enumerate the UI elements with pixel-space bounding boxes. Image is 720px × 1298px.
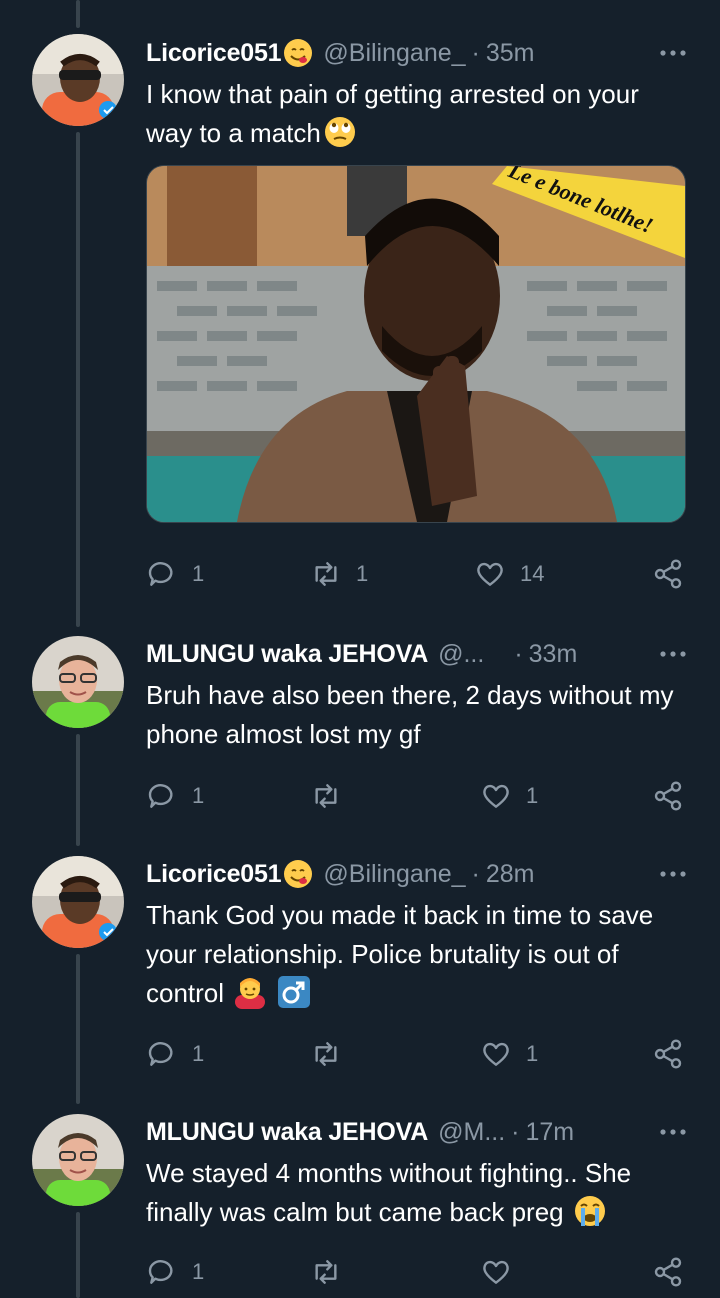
more-options-icon[interactable] (658, 642, 688, 666)
crying-face-emoji-icon (573, 1194, 607, 1228)
share-icon (654, 781, 682, 811)
reply-icon (148, 1260, 173, 1284)
heart-icon (483, 1042, 509, 1066)
tweet-actions: 1 1 (146, 776, 692, 816)
like-button[interactable]: 1 (480, 776, 538, 816)
yum-face-emoji-icon (283, 859, 313, 889)
author-name[interactable]: MLUNGU waka JEHOVA (146, 640, 428, 669)
retweet-icon (315, 1260, 337, 1284)
author-handle[interactable]: @Bilingane_ (323, 39, 465, 68)
more-options-icon[interactable] (658, 862, 688, 886)
more-options-icon[interactable] (658, 1120, 688, 1144)
tweet-text: We stayed 4 months without fighting.. Sh… (146, 1158, 632, 1228)
tweet-text: Thank God you made it back in time to sa… (146, 900, 654, 1009)
avatar[interactable] (32, 636, 124, 728)
like-button[interactable]: 14 (474, 554, 544, 594)
timestamp[interactable]: 33m (529, 640, 578, 669)
avatar[interactable] (32, 1114, 124, 1206)
like-count: 14 (520, 561, 545, 586)
retweet-button[interactable] (310, 776, 356, 816)
tweet[interactable]: MLUNGU waka JEHOVA @M... · 17m We stayed… (0, 1100, 720, 1298)
more-options-icon[interactable] (658, 41, 688, 65)
author-handle[interactable]: @Bilingane_ (323, 860, 465, 889)
retweet-count: 1 (356, 561, 369, 586)
avatar[interactable] (32, 856, 124, 948)
retweet-icon (315, 784, 337, 808)
male-sign-emoji-icon (277, 975, 311, 1009)
author-name[interactable]: Licorice051 (146, 39, 282, 68)
heart-icon (483, 1260, 509, 1284)
reply-button[interactable]: 1 (146, 1252, 204, 1292)
reply-count: 1 (192, 561, 205, 586)
rolling-eyes-emoji-icon (323, 115, 357, 149)
reply-count: 1 (192, 783, 205, 808)
separator-dot: · (471, 38, 480, 67)
retweet-button[interactable] (310, 1034, 356, 1074)
author-name[interactable]: MLUNGU waka JEHOVA (146, 1118, 428, 1147)
share-icon (654, 1039, 682, 1069)
retweet-icon (315, 562, 337, 586)
share-icon (654, 1257, 682, 1287)
separator-dot: · (514, 639, 523, 668)
share-button[interactable] (652, 554, 684, 594)
timestamp[interactable]: 35m (486, 39, 535, 68)
reply-button[interactable]: 1 (146, 1034, 204, 1074)
tweet-text: Bruh have also been there, 2 days withou… (146, 680, 674, 749)
share-button[interactable] (652, 1034, 684, 1074)
reply-icon (148, 562, 173, 586)
reply-button[interactable]: 1 (146, 554, 204, 594)
retweet-button[interactable]: 1 (310, 554, 368, 594)
tweet-text: I know that pain of getting arrested on … (146, 79, 639, 149)
reply-icon (148, 784, 173, 808)
tweet[interactable]: Licorice051 @Bilingane_ · 28m Thank God … (0, 840, 720, 1100)
author-handle[interactable]: @M... (438, 1118, 505, 1147)
tweet-actions: 1 1 (146, 1034, 692, 1074)
tweet-actions: 1 1 14 (146, 554, 692, 594)
share-button[interactable] (652, 776, 684, 816)
separator-dot: · (471, 859, 480, 888)
reply-button[interactable]: 1 (146, 776, 204, 816)
retweet-icon (315, 1042, 337, 1066)
separator-dot: · (511, 1117, 520, 1146)
retweet-button[interactable] (310, 1252, 356, 1292)
tweet[interactable]: MLUNGU waka JEHOVA @... · 33m Bruh have … (0, 620, 720, 840)
reply-count: 1 (192, 1041, 205, 1066)
author-handle[interactable]: @... (438, 640, 484, 669)
share-icon (654, 559, 682, 589)
reply-count: 1 (192, 1259, 205, 1284)
avatar[interactable] (32, 34, 124, 126)
heart-icon (483, 784, 509, 808)
author-name[interactable]: Licorice051 (146, 860, 282, 889)
heart-icon (477, 562, 503, 586)
timestamp[interactable]: 17m (525, 1118, 574, 1147)
like-button[interactable]: 1 (480, 1034, 538, 1074)
timestamp[interactable]: 28m (486, 860, 535, 889)
tweet-image[interactable]: Le e bone lotlhe! (146, 165, 686, 523)
person-gesturing-emoji-icon (233, 975, 267, 1009)
tweet[interactable]: Licorice051 @Bilingane_ · 35m I know tha… (0, 0, 720, 620)
yum-face-emoji-icon (283, 38, 313, 68)
share-button[interactable] (652, 1252, 684, 1292)
tweet-actions: 1 (146, 1252, 692, 1292)
like-count: 1 (526, 1041, 539, 1066)
reply-icon (148, 1042, 173, 1066)
like-button[interactable] (480, 1252, 526, 1292)
like-count: 1 (526, 783, 539, 808)
